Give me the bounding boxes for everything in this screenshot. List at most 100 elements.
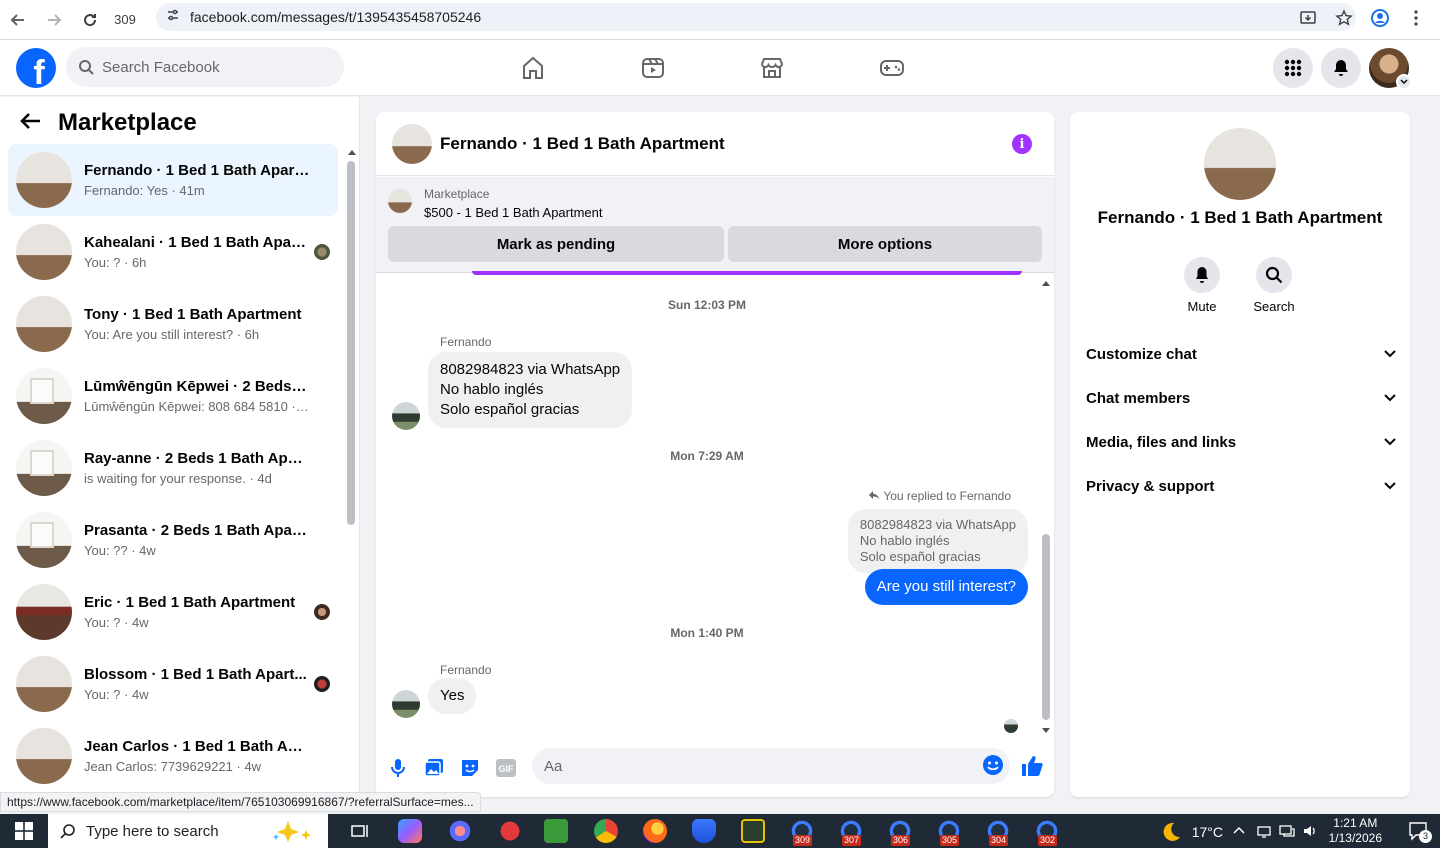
more-options-button[interactable]: More options — [728, 226, 1042, 262]
mute-button[interactable]: Mute — [1172, 257, 1232, 314]
clock-time: 1:21 AM — [1333, 816, 1378, 830]
chevron-up-icon[interactable] — [1233, 826, 1245, 834]
bookmark-star-icon[interactable] — [1328, 4, 1360, 32]
message-line: 8082984823 via WhatsApp — [440, 361, 621, 378]
notifications-bell-icon[interactable] — [1321, 48, 1361, 88]
bell-icon — [1184, 257, 1220, 293]
sticker-icon[interactable] — [458, 756, 482, 780]
taskbar-search-placeholder: Type here to search — [86, 822, 219, 840]
emoji-icon[interactable] — [982, 754, 1004, 781]
marketplace-label: Marketplace — [424, 187, 490, 201]
home-icon[interactable] — [517, 52, 549, 84]
sender-avatar[interactable] — [392, 690, 420, 718]
moon-weather-icon — [1163, 822, 1180, 841]
privacy-support-section[interactable]: Privacy & support — [1086, 464, 1396, 508]
conversation-item[interactable]: Kahealani · 1 Bed 1 Bath Apart... You: ?… — [8, 216, 338, 288]
message-input-box[interactable] — [532, 748, 1010, 784]
address-bar[interactable]: facebook.com/messages/t/1395435458705246 — [156, 3, 1356, 31]
display-icon[interactable] — [1279, 823, 1295, 839]
sidebar-title: Marketplace — [58, 109, 197, 136]
photo-icon[interactable] — [422, 756, 446, 780]
link-status-bar: https://www.facebook.com/marketplace/ite… — [0, 792, 481, 812]
network-icon[interactable] — [1256, 823, 1272, 839]
listing-thumbnail — [16, 296, 72, 352]
facebook-logo[interactable]: f — [16, 48, 56, 88]
app-icon-red[interactable] — [498, 819, 522, 843]
conversation-item[interactable]: Lūmŵēngūn Kēpwei · 2 Beds 1 B... Lūmŵēng… — [8, 360, 338, 432]
notification-center-icon[interactable]: 3 — [1408, 821, 1432, 843]
facebook-search[interactable] — [66, 47, 344, 87]
outgoing-message[interactable]: Are you still interest? — [864, 569, 1028, 605]
conversation-item[interactable]: Jean Carlos · 1 Bed 1 Bath Apart... Jean… — [8, 720, 338, 792]
back-arrow-icon[interactable] — [20, 112, 42, 135]
video-icon[interactable] — [637, 52, 669, 84]
sender-avatar[interactable] — [392, 402, 420, 430]
task-view-icon[interactable] — [348, 819, 372, 843]
chat-scroll-thumb[interactable] — [1042, 534, 1050, 720]
clock[interactable]: 1:21 AM 1/13/2026 — [1329, 816, 1382, 846]
back-icon[interactable] — [0, 4, 36, 36]
shield-app-icon[interactable] — [692, 819, 716, 843]
incoming-message[interactable]: Yes — [428, 678, 477, 714]
seen-avatar — [314, 676, 330, 692]
paint-app-icon[interactable] — [448, 819, 472, 843]
forward-icon[interactable] — [36, 4, 72, 36]
windows-start-icon[interactable] — [0, 814, 48, 848]
marketplace-icon[interactable] — [756, 52, 788, 84]
sidebar-scroll-thumb[interactable] — [347, 161, 355, 525]
conversation-item[interactable]: Fernando · 1 Bed 1 Bath Apartm... Fernan… — [8, 144, 338, 216]
volume-icon[interactable] — [1302, 823, 1318, 839]
mark-as-pending-button[interactable]: Mark as pending — [388, 226, 724, 262]
site-info-icon[interactable] — [166, 8, 180, 27]
install-app-icon[interactable] — [1292, 4, 1324, 32]
taskbar-search[interactable]: Type here to search — [48, 814, 328, 848]
gaming-icon[interactable] — [876, 52, 908, 84]
customize-chat-section[interactable]: Customize chat — [1086, 332, 1396, 376]
conversation-item[interactable]: Prasanta · 2 Beds 1 Bath Apartm... You: … — [8, 504, 338, 576]
search-in-conversation-button[interactable]: Search — [1244, 257, 1304, 314]
copilot-app-icon[interactable] — [398, 819, 422, 843]
chrome-app-icon[interactable] — [594, 819, 618, 843]
listing-thumbnail — [16, 368, 72, 424]
chat-members-section[interactable]: Chat members — [1086, 376, 1396, 420]
xbox-app-icon[interactable] — [741, 819, 765, 843]
listing-title[interactable]: $500 - 1 Bed 1 Bath Apartment — [424, 205, 603, 220]
search-icon — [79, 60, 94, 75]
media-files-links-section[interactable]: Media, files and links — [1086, 420, 1396, 464]
clock-date: 1/13/2026 — [1328, 831, 1382, 845]
conversation-avatar[interactable] — [1204, 128, 1276, 200]
conversation-preview: Lūmŵēngūn Kēpwei: 808 684 5810 · 21h — [84, 399, 310, 414]
window-count-badge: 306 — [891, 835, 911, 846]
reload-icon[interactable] — [72, 4, 108, 36]
info-icon[interactable]: i — [1012, 134, 1032, 154]
window-count-badge: 302 — [1038, 835, 1058, 846]
chevron-down-icon — [1384, 350, 1396, 358]
conversation-item[interactable]: Eric · 1 Bed 1 Bath Apartment You: ? · 4… — [8, 576, 338, 648]
message-input[interactable] — [544, 757, 944, 775]
quoted-message[interactable]: 8082984823 via WhatsApp No hablo inglés … — [847, 509, 1028, 573]
conversation-item[interactable]: Blossom · 1 Bed 1 Bath Apart... You: ? ·… — [8, 648, 338, 720]
listing-thumbnail[interactable] — [388, 189, 412, 213]
gif-icon[interactable]: GIF — [494, 756, 518, 780]
timestamp: Mon 7:29 AM — [670, 449, 744, 463]
spreadsheet-app-icon[interactable] — [544, 819, 568, 843]
profile-icon[interactable] — [1364, 4, 1396, 32]
message-line: Solo español gracias — [440, 401, 580, 418]
conversation-name: Fernando · 1 Bed 1 Bath Apartm... — [84, 162, 310, 179]
menu-grid-icon[interactable] — [1273, 48, 1313, 88]
conversation-item[interactable]: Tony · 1 Bed 1 Bath Apartment You: Are y… — [8, 288, 338, 360]
window-count-badge: 305 — [940, 835, 960, 846]
conversation-item[interactable]: Ray-anne · 2 Beds 1 Bath Apart... is wai… — [8, 432, 338, 504]
account-avatar[interactable] — [1369, 48, 1412, 90]
section-label: Privacy & support — [1086, 477, 1215, 495]
microphone-icon[interactable] — [386, 756, 410, 780]
sender-name: Fernando — [440, 335, 492, 349]
incoming-message[interactable]: 8082984823 via WhatsApp No hablo inglés … — [428, 352, 633, 428]
menu-dots-icon[interactable] — [1400, 4, 1432, 32]
like-thumb-icon[interactable] — [1020, 754, 1044, 778]
firefox-app-icon[interactable] — [643, 819, 667, 843]
facebook-search-input[interactable] — [102, 58, 322, 76]
chat-title[interactable]: Fernando · 1 Bed 1 Bath Apartment — [440, 134, 725, 154]
conversation-preview: Fernando: Yes · 41m — [84, 183, 205, 198]
chat-avatar[interactable] — [392, 123, 432, 164]
